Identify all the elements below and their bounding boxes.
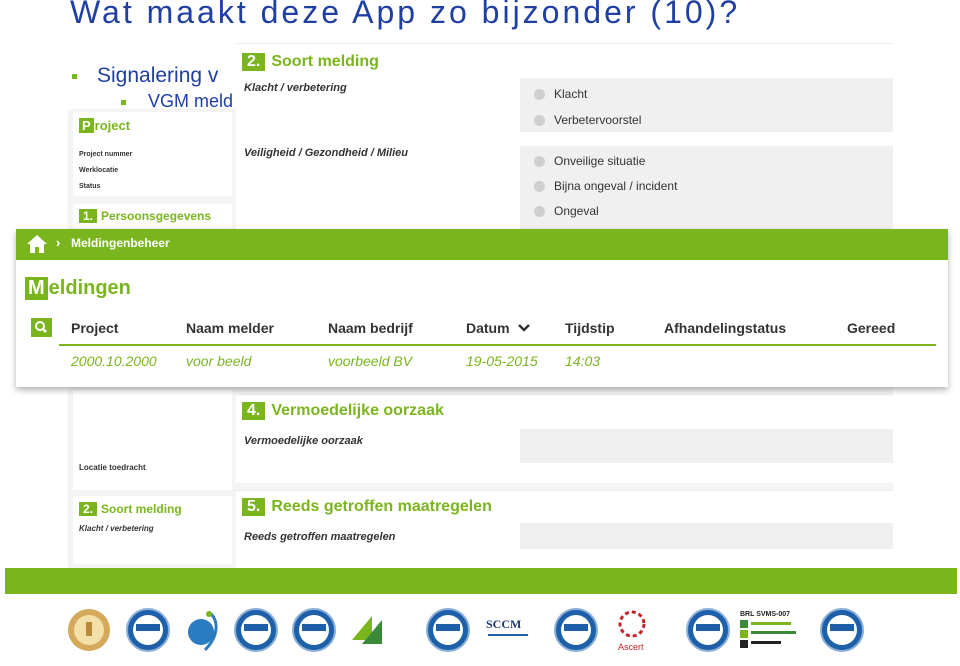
seal-logo — [65, 606, 113, 654]
page-title: Meldingen — [25, 277, 131, 300]
oorzaak-section: 4. Vermoedelijke oorzaak Vermoedelijke oo… — [236, 394, 893, 483]
soort-melding-card[interactable]: 2. Soort melding Klacht / verbetering — [73, 496, 232, 564]
chevron-right-icon: › — [56, 235, 61, 250]
ascert-logo: Ascert — [612, 606, 660, 654]
tuv-logo-3 — [290, 606, 338, 654]
vgm-options: Onveilige situatie Bijna ongeval / incid… — [520, 146, 893, 234]
tuv-vca-logo — [424, 606, 472, 654]
bullet-square-icon — [72, 73, 77, 79]
option-onveilige-situatie[interactable]: Onveilige situatie — [534, 154, 645, 168]
cell-datum[interactable]: 19-05-2015 — [466, 353, 538, 369]
tuv-ohsas-logo — [552, 606, 600, 654]
bullet-text: Signalering v — [97, 64, 219, 87]
radio-icon[interactable] — [534, 156, 545, 168]
breadcrumb-meldingenbeheer[interactable]: Meldingenbeheer — [71, 236, 170, 250]
project-title: Project — [79, 118, 130, 133]
tuv-logo-2 — [232, 606, 280, 654]
footer-bar — [5, 568, 957, 594]
option-ongeval[interactable]: Ongeval — [534, 204, 599, 218]
klacht-verbetering-label: Klacht / verbetering — [79, 524, 154, 533]
chevron-down-icon[interactable] — [517, 323, 531, 333]
header-divider — [59, 344, 936, 346]
cell-naam-bedrijf[interactable]: voorbeeld BV — [328, 353, 412, 369]
cell-naam-melder[interactable]: voor beeld — [186, 353, 251, 369]
column-naam-melder[interactable]: Naam melder — [186, 320, 274, 336]
radio-icon[interactable] — [534, 206, 545, 218]
svg-text:SCCM: SCCM — [486, 617, 521, 631]
option-verbetervoorstel[interactable]: Verbetervoorstel — [534, 113, 641, 127]
column-datum[interactable]: Datum — [466, 320, 531, 336]
tuv-iso9001-logo — [124, 606, 172, 654]
locatie-toedracht-label: Locatie toedracht — [79, 463, 146, 472]
cell-tijdstip[interactable]: 14:03 — [565, 353, 600, 369]
search-button[interactable] — [31, 318, 52, 337]
option-klacht[interactable]: Klacht — [534, 87, 587, 101]
maatregelen-input[interactable] — [520, 523, 893, 549]
persoonsgegevens-card[interactable]: 1. Persoonsgegevens — [73, 204, 232, 228]
group-vgm-label: Veiligheid / Gezondheid / Milieu — [244, 147, 408, 159]
bullet-text: VGM meld — [148, 91, 234, 111]
home-icon[interactable] — [26, 234, 48, 259]
radio-icon[interactable] — [534, 181, 545, 193]
meldingen-overview: › Meldingenbeheer Meldingen Project Naam… — [16, 229, 948, 387]
svg-text:BRL SVMS-007: BRL SVMS-007 — [740, 611, 790, 618]
column-gereed[interactable]: Gereed — [847, 320, 895, 336]
oorzaak-label: Vermoedelijke oorzaak — [244, 435, 363, 447]
column-afhandelingstatus[interactable]: Afhandelingstatus — [664, 320, 786, 336]
column-naam-bedrijf[interactable]: Naam bedrijf — [328, 320, 413, 336]
cell-project[interactable]: 2000.10.2000 — [71, 353, 157, 369]
option-bijna-ongeval[interactable]: Bijna ongeval / incident — [534, 179, 677, 193]
klacht-options: Klacht Verbetervoorstel — [520, 78, 893, 132]
search-icon — [35, 321, 47, 333]
column-project[interactable]: Project — [71, 320, 118, 336]
bullet-signalering: Signalering v — [72, 64, 218, 88]
bullet-square-icon — [121, 99, 126, 105]
section-maatregelen-title: 5. Reeds getroffen maatregelen — [242, 498, 492, 516]
project-card: Project Project nummer Werklocatie Statu… — [73, 112, 232, 196]
tuv-sc530-logo — [684, 606, 732, 654]
field-status: Status — [79, 183, 101, 190]
locatie-card: Locatie toedracht — [73, 390, 232, 490]
field-werklocatie: Werklocatie — [79, 167, 119, 174]
slide-title: Wat maakt deze App zo bijzonder (10)? — [70, 0, 741, 30]
bullet-vgm: VGM meld — [121, 91, 233, 112]
globe-logo — [179, 606, 227, 654]
section-persoonsgegevens: 1. Persoonsgegevens — [79, 209, 211, 223]
section-soort-melding: 2. Soort melding — [79, 502, 182, 516]
field-project-nummer: Project nummer — [79, 151, 133, 158]
radio-icon[interactable] — [534, 89, 545, 101]
oorzaak-input[interactable] — [520, 429, 893, 463]
vca-company-logo — [348, 606, 396, 654]
column-tijdstip[interactable]: Tijdstip — [565, 320, 615, 336]
maatregelen-label: Reeds getroffen maatregelen — [244, 531, 396, 543]
svg-text:Ascert: Ascert — [618, 642, 644, 652]
group-klacht-label: Klacht / verbetering — [244, 82, 347, 94]
radio-icon[interactable] — [534, 115, 545, 127]
section-soort-melding-title: 2. Soort melding — [242, 53, 379, 71]
maatregelen-section: 5. Reeds getroffen maatregelen Reeds getr… — [236, 490, 893, 569]
section-oorzaak-title: 4. Vermoedelijke oorzaak — [242, 402, 444, 420]
top-navigation-bar: › Meldingenbeheer — [16, 229, 948, 260]
sccm-logo: SCCM — [484, 606, 532, 654]
brl-logo: BRL SVMS-007 — [740, 606, 796, 654]
tuv-svms-logo — [818, 606, 866, 654]
